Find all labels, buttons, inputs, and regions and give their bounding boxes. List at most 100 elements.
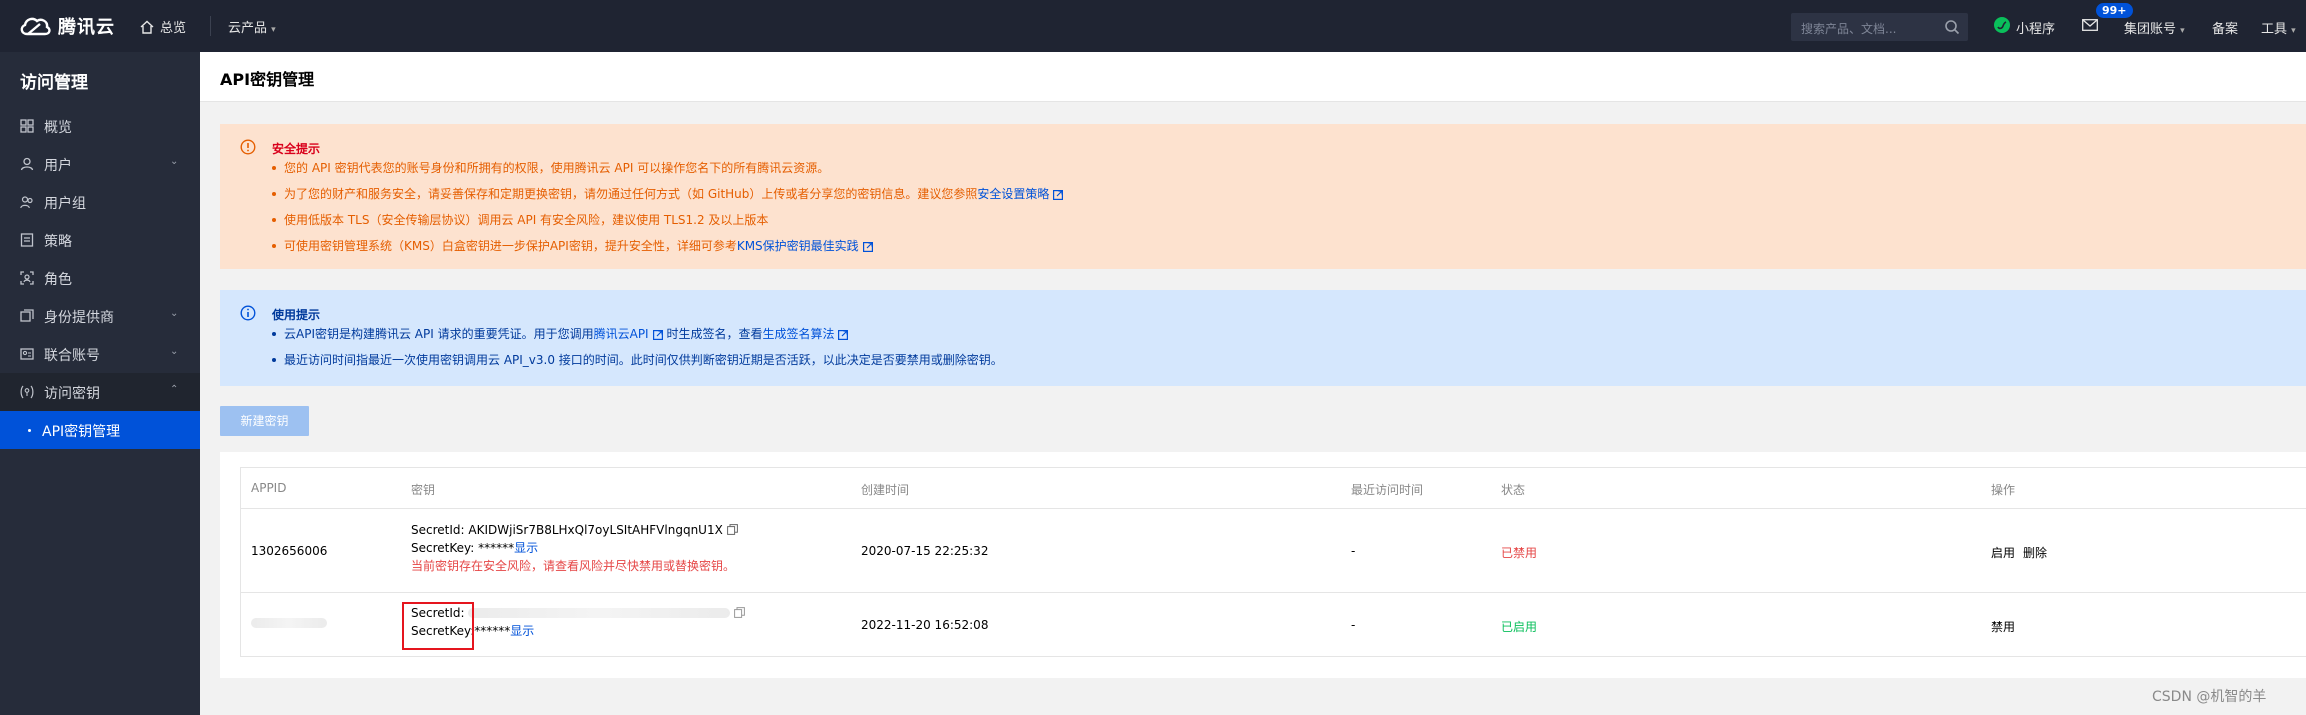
- security-notice-list: 您的 API 密钥代表您的账号身份和所拥有的权限，使用腾讯云 API 可以操作您…: [272, 160, 1064, 264]
- column-header-actions: 操作: [1991, 483, 2016, 497]
- sidebar-item-user-groups[interactable]: 用户组: [0, 183, 200, 221]
- chevron-down-icon: ▾: [271, 25, 276, 35]
- record-link[interactable]: 备案: [2212, 18, 2238, 37]
- mail-icon[interactable]: [2082, 19, 2098, 31]
- sidebar-item-label: 访问密钥: [44, 386, 100, 402]
- nav-divider: [210, 16, 211, 36]
- table-row: SecretId: SecretKey:******显示 2022-11-20 …: [241, 593, 2306, 656]
- usage-notice: 使用提示 云API密钥是构建腾讯云 API 请求的重要凭证。用于您调用腾讯云AP…: [220, 290, 2306, 386]
- sidebar-item-label: 用户: [44, 158, 72, 174]
- list-item: 最近访问时间指最近一次使用密钥调用云 API_v3.0 接口的时间。此时间仅供判…: [272, 352, 1003, 378]
- list-item: 为了您的财产和服务安全，请妥善保存和定期更换密钥，请勿通过任何方式（如 GitH…: [272, 186, 1064, 212]
- show-secret-key-link[interactable]: 显示: [510, 624, 534, 638]
- security-notice: 安全提示 您的 API 密钥代表您的账号身份和所拥有的权限，使用腾讯云 API …: [220, 124, 2306, 269]
- user-icon: [20, 157, 34, 171]
- security-policy-link[interactable]: 安全设置策略: [977, 187, 1049, 201]
- search-icon[interactable]: [1944, 19, 1960, 35]
- sidebar-item-overview[interactable]: 概览: [0, 107, 200, 145]
- table-row: 1302656006 SecretId: AKIDWjiSr7B8LHxQl7o…: [241, 509, 2306, 593]
- sidebar-item-policies[interactable]: 策略: [0, 221, 200, 259]
- delete-button[interactable]: 删除: [2023, 544, 2047, 561]
- nav-products[interactable]: 云产品 ▾: [228, 17, 276, 36]
- table-header-row: APPID 密钥 创建时间 最近访问时间 状态 操作: [241, 468, 2306, 509]
- miniprogram-link[interactable]: 小程序: [2016, 18, 2055, 37]
- sidebar-item-users[interactable]: 用户 ⌄: [0, 145, 200, 183]
- sidebar-item-label: 用户组: [44, 196, 86, 212]
- notice-text: 您的 API 密钥代表您的账号身份和所拥有的权限，使用腾讯云 API 可以操作您…: [284, 161, 830, 175]
- show-secret-key-link[interactable]: 显示: [514, 541, 538, 555]
- page-title: API密钥管理: [220, 70, 315, 89]
- external-link-icon: [652, 330, 663, 340]
- tools-label: 工具: [2261, 22, 2288, 37]
- account-label: 集团账号: [2124, 22, 2177, 37]
- risk-warning-text: 当前密钥存在安全风险，请查看风险并尽快禁用或替换密钥。: [411, 559, 736, 573]
- redacted-appid: [251, 618, 327, 628]
- notice-text: 最近访问时间指最近一次使用密钥调用云 API_v3.0 接口的时间。此时间仅供判…: [284, 353, 1003, 367]
- external-link-icon: [862, 242, 873, 252]
- home-icon: [140, 20, 154, 34]
- secret-key-label: SecretKey:: [411, 541, 475, 555]
- key-table: APPID 密钥 创建时间 最近访问时间 状态 操作 1302656006 Se…: [240, 467, 2306, 657]
- sidebar-item-api-key-management[interactable]: API密钥管理: [0, 411, 200, 449]
- new-key-button[interactable]: 新建密钥: [220, 406, 309, 436]
- chevron-down-icon: ▾: [2291, 26, 2296, 36]
- users-icon: [20, 196, 33, 209]
- kms-best-practice-link[interactable]: KMS保护密钥最佳实践: [737, 239, 859, 253]
- grid-icon: [20, 119, 34, 133]
- created-time-cell: 2022-11-20 16:52:08: [861, 618, 989, 632]
- sidebar-item-label: 策略: [44, 234, 72, 250]
- external-link-icon: [838, 330, 849, 340]
- sidebar-item-label: 身份提供商: [44, 310, 114, 326]
- sidebar-item-identity-providers[interactable]: 身份提供商 ⌄: [0, 297, 200, 335]
- security-notice-title: 安全提示: [272, 142, 321, 156]
- secret-id-value: AKIDWjiSr7B8LHxQl7oyLSItAHFVlngqnU1X: [468, 523, 723, 537]
- sidebar-title: 访问管理: [20, 73, 88, 93]
- nav-products-label: 云产品: [228, 21, 268, 36]
- status-badge: 已禁用: [1501, 546, 1538, 560]
- account-icon: [20, 348, 34, 360]
- chevron-down-icon: ▾: [2180, 26, 2185, 36]
- watermark: CSDN @机智的羊: [2152, 689, 2267, 705]
- cloud-api-link[interactable]: 腾讯云API: [594, 327, 649, 341]
- nav-overview-label: 总览: [160, 21, 187, 36]
- redacted-secret-id: [468, 608, 731, 618]
- chevron-down-icon: ⌄: [170, 156, 179, 167]
- active-dot: [28, 429, 31, 432]
- list-item: 云API密钥是构建腾讯云 API 请求的重要凭证。用于您调用腾讯云API 时生成…: [272, 326, 1003, 352]
- sidebar-item-access-keys[interactable]: 访问密钥 ⌃: [0, 373, 200, 411]
- policy-icon: [20, 233, 34, 247]
- copy-icon[interactable]: [734, 607, 746, 618]
- sidebar-item-label: 概览: [44, 120, 72, 136]
- list-item: 使用低版本 TLS（安全传输层协议）调用云 API 有安全风险，建议使用 TLS…: [272, 212, 1063, 238]
- tencent-cloud-logo[interactable]: 腾讯云: [18, 13, 115, 39]
- nav-overview[interactable]: 总览: [140, 17, 186, 36]
- enable-button[interactable]: 启用: [1991, 544, 2015, 561]
- copy-icon[interactable]: [726, 524, 738, 535]
- sidebar: 访问管理 概览 用户 ⌄ 用户组 策略 角色 身份提供商 ⌄ 联合账号 ⌄ 访问…: [0, 52, 200, 715]
- column-header-created: 创建时间: [861, 483, 910, 497]
- external-link-icon: [1053, 190, 1064, 200]
- notice-text: 云API密钥是构建腾讯云 API 请求的重要凭证。用于您调用: [284, 327, 594, 341]
- key-cell: SecretId: AKIDWjiSr7B8LHxQl7oyLSItAHFVln…: [411, 521, 738, 575]
- account-menu[interactable]: 集团账号 ▾: [2124, 18, 2185, 37]
- signature-algorithm-link[interactable]: 生成签名算法: [762, 327, 834, 341]
- message-count-badge: 99+: [2096, 3, 2133, 18]
- highlight-box: [402, 602, 474, 650]
- miniprogram-icon[interactable]: [1993, 16, 2011, 34]
- column-header-status: 状态: [1501, 483, 1526, 497]
- key-table-card: APPID 密钥 创建时间 最近访问时间 状态 操作 1302656006 Se…: [220, 452, 2306, 678]
- last-access-cell: -: [1351, 544, 1356, 558]
- notice-text: 时生成签名，查看: [666, 327, 763, 341]
- chevron-down-icon: ⌄: [170, 308, 179, 319]
- column-header-key: 密钥: [411, 483, 436, 497]
- created-time-cell: 2020-07-15 22:25:32: [861, 544, 989, 558]
- appid-cell: 1302656006: [251, 544, 328, 558]
- identity-icon: [20, 309, 34, 322]
- sidebar-item-roles[interactable]: 角色: [0, 259, 200, 297]
- notice-text: 为了您的财产和服务安全，请妥善保存和定期更换密钥，请勿通过任何方式（如 GitH…: [284, 187, 978, 201]
- tools-menu[interactable]: 工具 ▾: [2261, 18, 2296, 37]
- disable-button[interactable]: 禁用: [1991, 618, 2015, 635]
- search-input[interactable]: 搜索产品、文档...: [1791, 13, 1968, 41]
- sidebar-item-federated-accounts[interactable]: 联合账号 ⌄: [0, 335, 200, 373]
- role-icon: [20, 271, 34, 285]
